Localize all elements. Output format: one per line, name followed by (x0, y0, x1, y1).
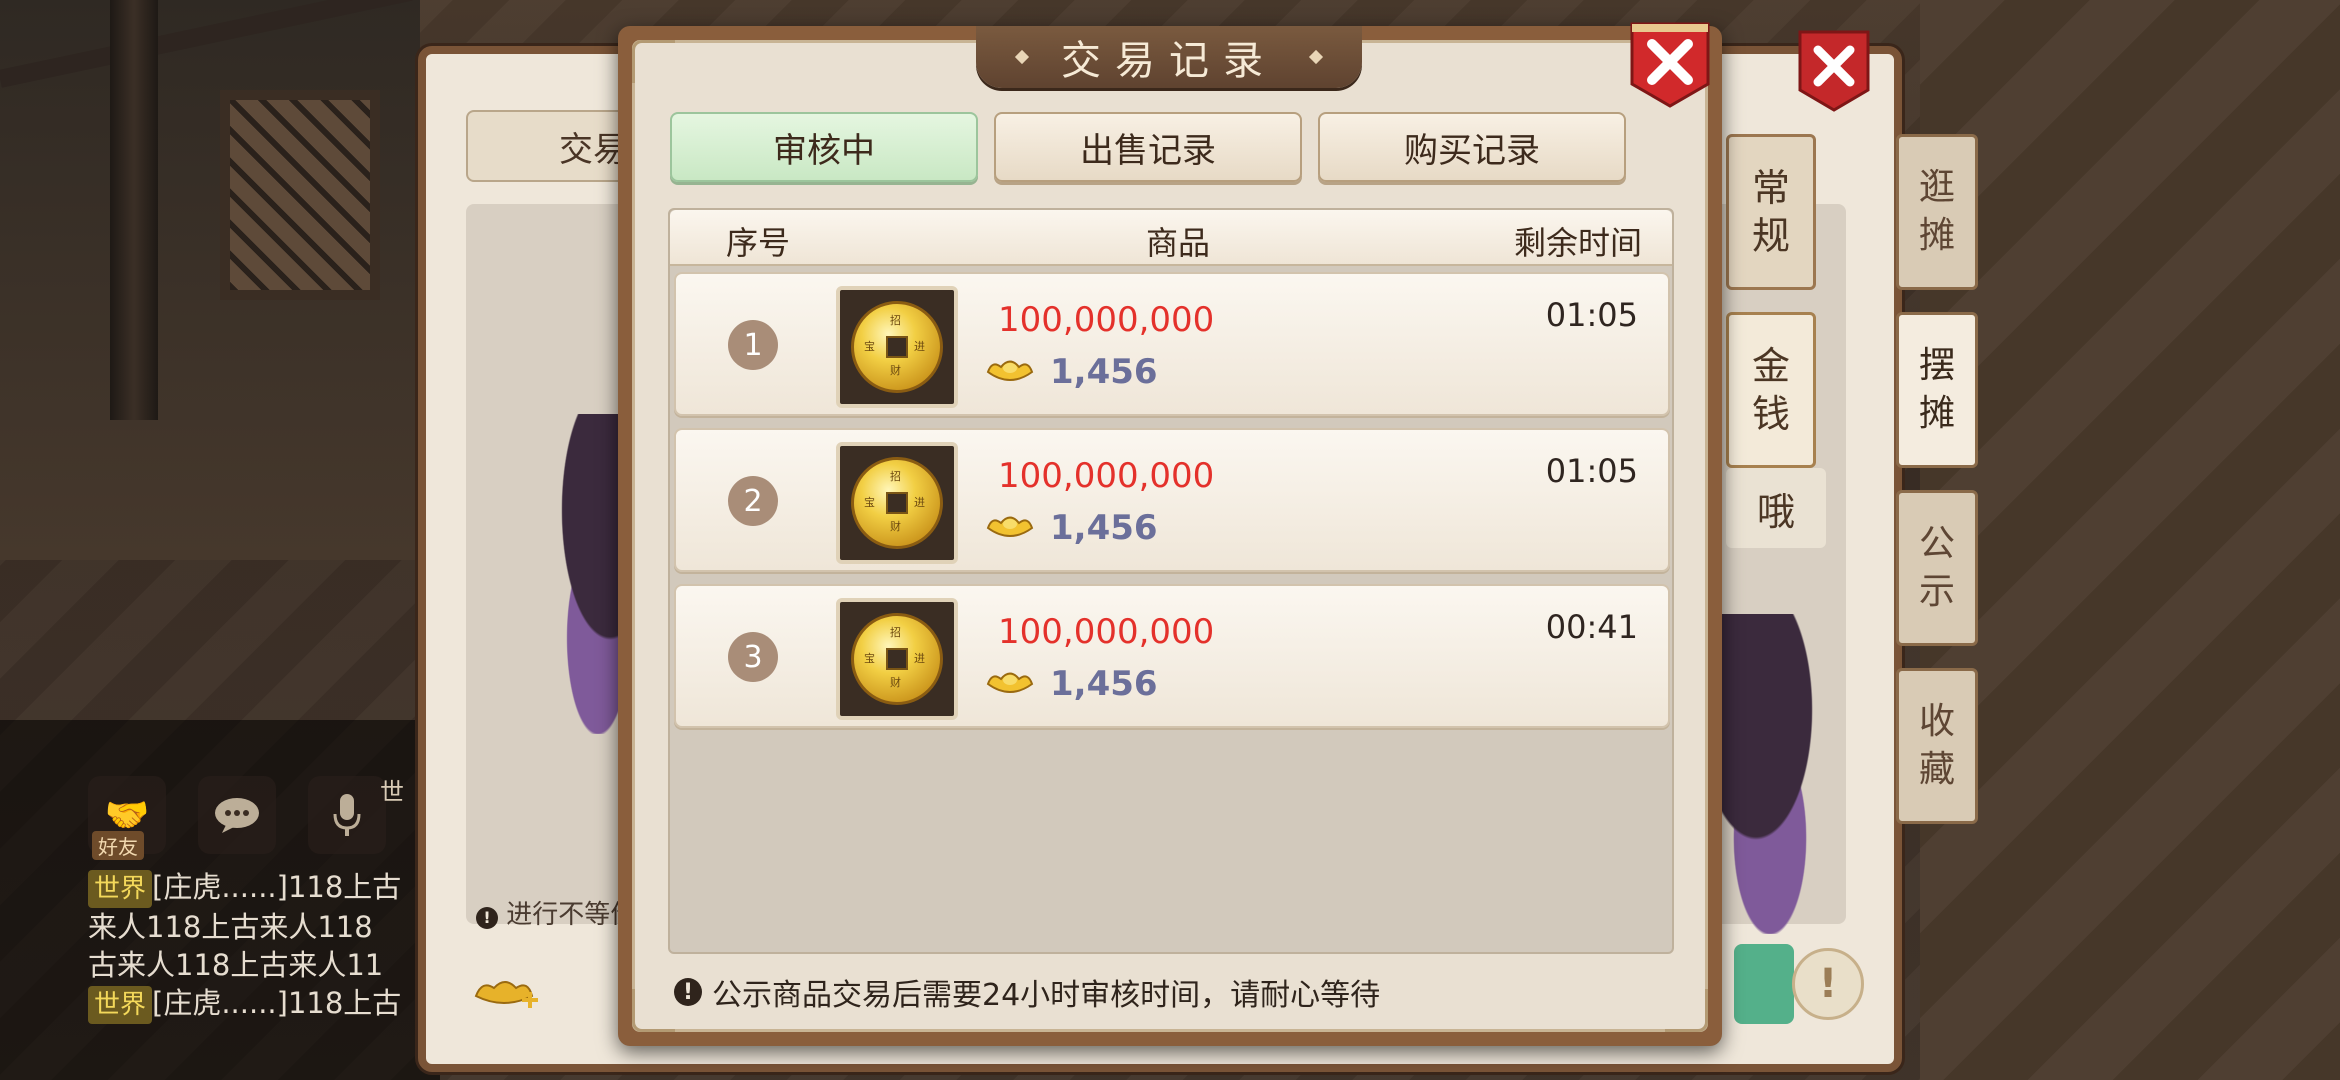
item-price: 1,456 (1050, 508, 1158, 548)
remaining-time: 01:05 (1545, 452, 1638, 490)
item-price: 1,456 (1050, 352, 1158, 392)
table-row[interactable]: 3 招 进 宝 财 100,000,000 1,456 00:41 (674, 584, 1670, 728)
coin-char: 宝 (864, 496, 875, 509)
coin-char: 进 (914, 652, 925, 665)
coin-char: 招 (890, 314, 901, 327)
gold-ingot-icon (986, 360, 1034, 381)
coin-char: 进 (914, 340, 925, 353)
copper-coin-icon: 招 进 宝 财 (851, 301, 943, 393)
coin-char: 招 (890, 626, 901, 639)
item-slot[interactable]: 招 进 宝 财 (836, 286, 958, 408)
coin-char: 进 (914, 496, 925, 509)
row-index-badge: 3 (728, 632, 778, 682)
chat-text: [庄虎......]118上古 (152, 870, 402, 904)
channel-badge: 世界 (88, 986, 153, 1024)
table-row[interactable]: 2 招 进 宝 财 100,000,000 1,456 01:05 (674, 428, 1670, 572)
side-tab-browse[interactable]: 逛 摊 (1896, 134, 1978, 290)
frame-corner (632, 989, 675, 1032)
world-label: 世 (380, 778, 404, 806)
coin-char: 财 (890, 364, 901, 377)
column-header-item: 商品 (1146, 224, 1211, 262)
gold-ingot-add-icon[interactable] (470, 970, 540, 1018)
item-price: 1,456 (1050, 664, 1158, 704)
coin-char: 宝 (864, 652, 875, 665)
side-tab-stall[interactable]: 摆 摊 (1896, 312, 1978, 468)
side-tab-public[interactable]: 公 示 (1896, 490, 1978, 646)
dialog-title: 交易记录 (1061, 38, 1277, 84)
chat-text: [庄虎......]118上古 (152, 986, 402, 1020)
handshake-icon[interactable]: 🤝 好友 (88, 776, 166, 860)
chat-line: 来人118上古来人118 (88, 908, 428, 946)
trade-warning: ! 进行不等价 (476, 894, 636, 931)
info-button[interactable]: ! (1792, 948, 1864, 1020)
dialog-close-icon[interactable] (1628, 20, 1712, 110)
chat-line: 世界 [庄虎......]118上古 (88, 868, 428, 908)
ornament-diamond-icon (1308, 49, 1324, 65)
channel-badge: 世界 (88, 870, 153, 908)
frame-corner (632, 40, 675, 83)
chat-text: 古来人118上古来人11 (88, 948, 384, 982)
chat-toolbar: 🤝 好友 世 (88, 776, 404, 860)
note-text: 哦 (1726, 468, 1826, 548)
row-index-badge: 1 (728, 320, 778, 370)
ornament-diamond-icon (1014, 49, 1030, 65)
coin-char: 宝 (864, 340, 875, 353)
scene-floor (1920, 0, 2340, 1080)
warning-icon: ! (674, 978, 702, 1006)
scene-pillar (110, 0, 158, 420)
column-header-index: 序号 (726, 224, 791, 262)
confirm-button[interactable] (1734, 944, 1794, 1024)
chat-line: 古来人118上古来人11 (88, 946, 428, 984)
review-notice: ! 公示商品交易后需要24小时审核时间，请耐心等待 (674, 970, 1380, 1014)
item-slot[interactable]: 招 进 宝 财 (836, 442, 958, 564)
tab-under-review[interactable]: 审核中 (670, 112, 978, 182)
review-notice-text: 公示商品交易后需要24小时审核时间，请耐心等待 (712, 978, 1381, 1013)
warning-icon: ! (476, 906, 498, 929)
character-portrait-right (1714, 614, 1854, 934)
gold-ingot-icon (986, 516, 1034, 537)
table-row[interactable]: 1 招 进 宝 财 100,000,000 1,456 01:05 (674, 272, 1670, 416)
record-tabs: 审核中 出售记录 购买记录 (670, 112, 1626, 182)
chat-messages[interactable]: 世界 [庄虎......]118上古 来人118上古来人118 古来人118上古来… (88, 868, 428, 1024)
close-icon[interactable] (1796, 28, 1872, 114)
tab-purchase-record[interactable]: 购买记录 (1318, 112, 1626, 182)
row-index-badge: 2 (728, 476, 778, 526)
microphone-icon[interactable]: 世 (308, 776, 404, 854)
coin-char: 财 (890, 676, 901, 689)
item-amount: 100,000,000 (998, 300, 1215, 340)
table-header: 序号 商品 剩余时间 (670, 210, 1672, 266)
copper-coin-icon: 招 进 宝 财 (851, 613, 943, 705)
coin-char: 招 (890, 470, 901, 483)
item-slot[interactable]: 招 进 宝 财 (836, 598, 958, 720)
category-tab-money[interactable]: 金 钱 (1726, 312, 1816, 468)
item-amount: 100,000,000 (998, 456, 1215, 496)
tab-sales-record[interactable]: 出售记录 (994, 112, 1302, 182)
scene-lattice-window (220, 90, 380, 300)
coin-char: 财 (890, 520, 901, 533)
dialog-title-plate: 交易记录 (976, 26, 1362, 88)
chat-line: 世界 [庄虎......]118上古 (88, 984, 428, 1024)
remaining-time: 00:41 (1545, 608, 1638, 646)
record-table[interactable]: 序号 商品 剩余时间 1 招 进 宝 财 100,000,000 1,456 0… (668, 208, 1674, 954)
side-tab-favorites[interactable]: 收 藏 (1896, 668, 1978, 824)
chat-text: 来人118上古来人118 (88, 910, 373, 944)
speech-bubble-icon[interactable] (198, 776, 276, 854)
column-header-remaining-time: 剩余时间 (1513, 224, 1642, 262)
friend-label: 好友 (92, 831, 144, 860)
remaining-time: 01:05 (1545, 296, 1638, 334)
frame-corner (1665, 989, 1708, 1032)
gold-ingot-icon (986, 672, 1034, 693)
copper-coin-icon: 招 进 宝 财 (851, 457, 943, 549)
item-amount: 100,000,000 (998, 612, 1215, 652)
category-tab-regular[interactable]: 常 规 (1726, 134, 1816, 290)
trade-warning-text: 进行不等价 (506, 900, 637, 930)
